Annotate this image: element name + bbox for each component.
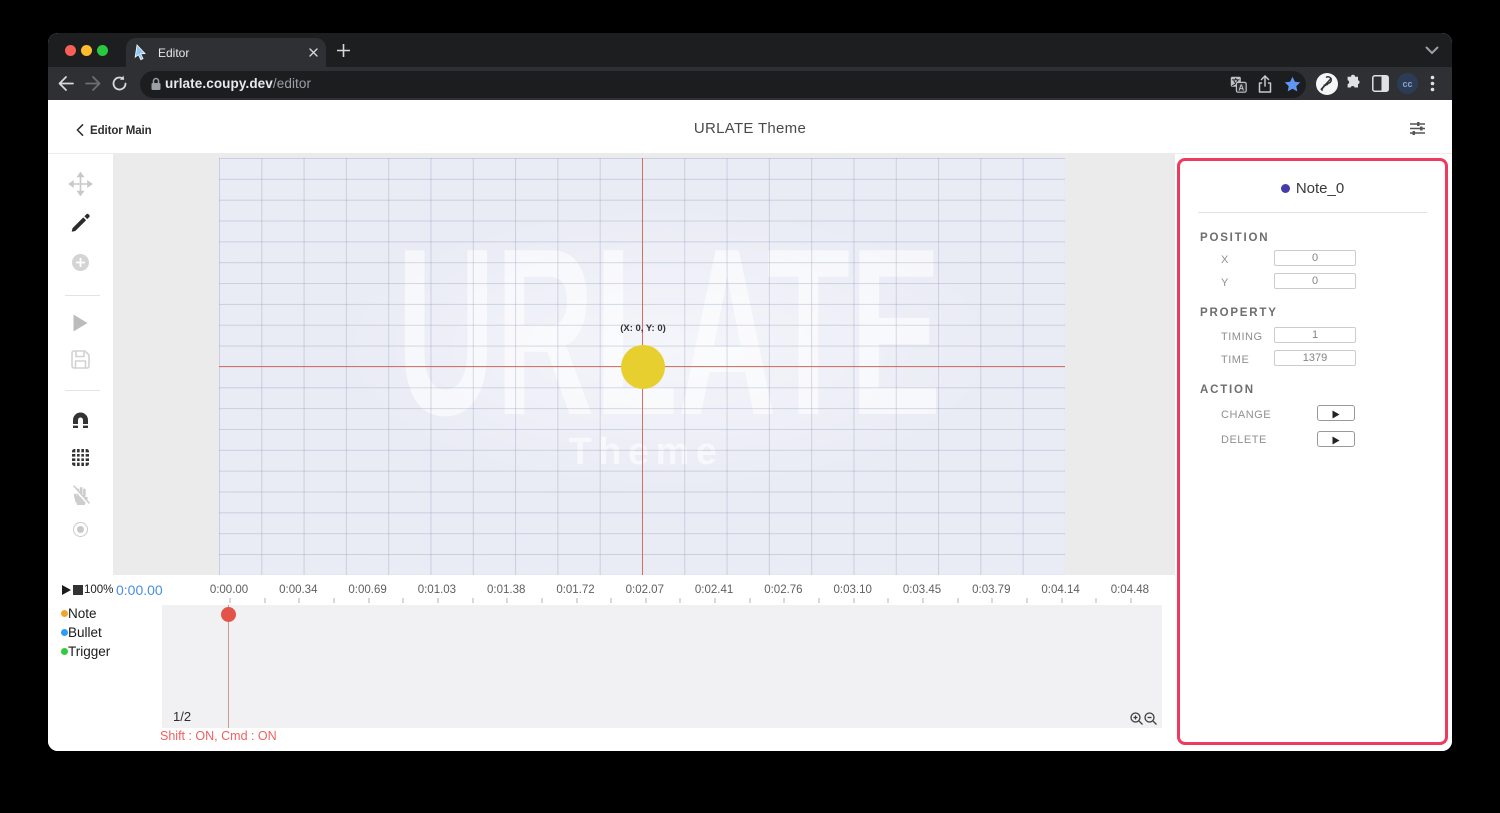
svg-text:A: A <box>1238 83 1244 92</box>
svg-text:cc: cc <box>1402 79 1412 89</box>
